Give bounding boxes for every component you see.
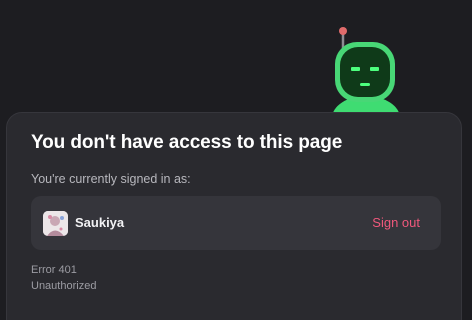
account-row: Saukiya Sign out <box>31 196 441 250</box>
username: Saukiya <box>75 215 125 230</box>
error-status-text: Unauthorized <box>31 280 97 292</box>
page-title: You don't have access to this page <box>31 132 343 153</box>
avatar <box>43 211 68 236</box>
access-card: You don't have access to this page You'r… <box>6 112 462 320</box>
access-denied-screen: You don't have access to this page You'r… <box>0 0 472 320</box>
sign-out-link[interactable]: Sign out <box>372 215 420 230</box>
signed-in-label: You're currently signed in as: <box>31 172 191 186</box>
robot-icon <box>318 22 412 122</box>
error-code: Error 401 <box>31 264 77 276</box>
